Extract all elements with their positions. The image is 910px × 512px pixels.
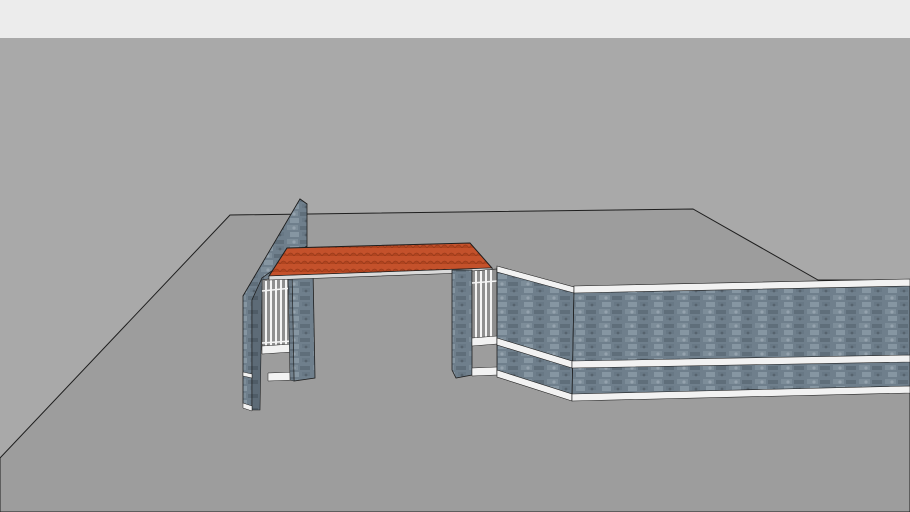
right-pillar[interactable] <box>451 269 473 379</box>
left-pillar[interactable] <box>287 269 316 382</box>
right-wall-angled-segment[interactable] <box>496 265 575 402</box>
3d-viewport[interactable] <box>0 0 910 512</box>
scene-canvas[interactable] <box>0 0 910 512</box>
sky-background <box>0 0 910 38</box>
right-wall-long-segment[interactable] <box>571 278 910 402</box>
